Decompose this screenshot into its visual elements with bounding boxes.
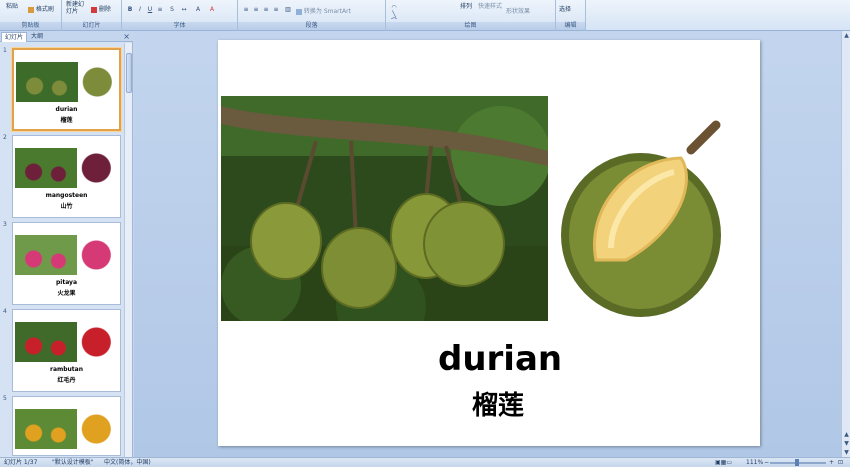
change-case-icon[interactable]: A: [194, 6, 202, 13]
tab-outline[interactable]: 大纲: [28, 32, 46, 42]
slide-thumbnail[interactable]: rambutan 红毛丹: [12, 309, 121, 392]
next-slide-icon[interactable]: ▼: [842, 439, 850, 448]
zoom-level[interactable]: 111%: [746, 458, 763, 467]
slide-thumbnail[interactable]: [12, 396, 121, 456]
arrange-button[interactable]: 排列: [460, 1, 472, 10]
slide-scrollbar[interactable]: ▲ ▲ ▼ ▼: [841, 31, 850, 457]
slide-number: 2: [3, 134, 7, 141]
editing-group: 选择 编辑: [556, 0, 586, 31]
zoom-out-icon[interactable]: −: [764, 458, 769, 467]
font-color-icon[interactable]: A: [208, 6, 216, 13]
shadow-icon[interactable]: S: [168, 6, 176, 13]
bold-icon[interactable]: B: [126, 6, 134, 13]
durian-tree-photo: [221, 96, 548, 321]
brush-icon: [28, 6, 34, 13]
current-slide[interactable]: durian 榴莲: [218, 40, 760, 446]
spacing-icon[interactable]: ↔: [180, 6, 188, 13]
delete-slide-button[interactable]: 删除: [91, 4, 111, 13]
slides-pane: 幻灯片 大纲 × 1 durian 榴莲 2 mangosteen 山竹 3 pitaya 火龙…: [0, 31, 133, 457]
close-icon[interactable]: ×: [123, 31, 130, 42]
format-painter-button[interactable]: 格式刷: [28, 4, 54, 13]
slide-number: 1: [3, 47, 7, 54]
font-group: B I U ≡ S ↔ A A 字体: [122, 0, 238, 31]
drawing-group: ◠ ╲ ⌒ ⌃ { } 排列 快速样式 形状效果 绘图: [386, 0, 556, 46]
thumbnail-fruit: [81, 325, 115, 359]
thumbnail-photo: [15, 235, 77, 275]
previous-slide-icon[interactable]: ▲: [842, 430, 850, 439]
slide-editor: durian 榴莲 ▲ ▲ ▼ ▼: [134, 31, 850, 457]
fit-to-window-icon[interactable]: ⊡: [838, 458, 843, 467]
justify-icon[interactable]: ≡: [272, 6, 280, 13]
slides-group: 新建幻灯片 删除 幻灯片: [62, 0, 122, 31]
convert-smartart-button[interactable]: 转换为 SmartArt: [296, 6, 351, 15]
slide-thumbnail[interactable]: durian 榴莲: [12, 48, 121, 131]
columns-icon[interactable]: ▥: [284, 6, 292, 13]
tab-slides[interactable]: 幻灯片: [1, 32, 28, 42]
clipboard-group-label: 剪贴板: [0, 22, 61, 30]
slide-word-english: durian: [438, 339, 563, 379]
thumbnail-label-chinese: 榴莲: [60, 117, 73, 124]
clipboard-group: 粘贴 格式刷 剪贴板: [0, 0, 62, 31]
align-center-icon[interactable]: ≡: [252, 6, 260, 13]
quick-styles-button[interactable]: 快速样式: [478, 1, 502, 10]
zoom-in-icon[interactable]: +: [829, 458, 834, 467]
new-slide-button[interactable]: 新建幻灯片: [66, 1, 88, 15]
paste-button[interactable]: 粘贴: [6, 1, 18, 10]
slide-number: 5: [3, 395, 7, 402]
zoom-slider-knob[interactable]: [795, 459, 799, 466]
thumbnail-label-english: rambutan: [49, 366, 83, 373]
font-group-label: 字体: [122, 22, 237, 30]
select-button[interactable]: 选择: [559, 4, 571, 13]
scroll-up-icon[interactable]: ▲: [842, 31, 850, 40]
thumbnail-photo: [15, 148, 77, 188]
slide-thumbnail[interactable]: pitaya 火龙果: [12, 222, 121, 305]
paragraph-group: ≡ ≡ ≡ ≡ ▥ 转换为 SmartArt 段落: [238, 0, 386, 31]
thumbnail-fruit: [81, 238, 115, 272]
slide-thumbnail[interactable]: mangosteen 山竹: [12, 135, 121, 218]
slide-word-chinese: 榴莲: [471, 391, 524, 421]
thumbnail-label-chinese: 红毛丹: [57, 377, 76, 384]
thumbnail-photo: [15, 322, 77, 362]
scroll-down-icon[interactable]: ▼: [842, 448, 850, 457]
shapes-gallery-icon[interactable]: ◠ ╲ ⌒ ⌃ { }: [390, 4, 398, 46]
delete-icon: [91, 6, 97, 13]
ribbon: 粘贴 格式刷 剪贴板 新建幻灯片 删除 幻灯片 B I U ≡ S ↔ A A …: [0, 0, 850, 46]
thumbnail-fruit: [82, 65, 116, 99]
thumbnail-label-english: durian: [55, 106, 78, 113]
pane-scrollbar[interactable]: [124, 43, 132, 457]
slide-counter: 幻灯片 1/37: [4, 459, 38, 466]
slides-group-label: 幻灯片: [62, 22, 121, 30]
shape-effects-button[interactable]: 形状效果: [506, 6, 530, 15]
scroll-thumb[interactable]: [126, 53, 132, 93]
durian-fruit-image: [561, 120, 721, 317]
thumbnail-label-english: mangosteen: [45, 192, 88, 199]
pane-tabs: 幻灯片 大纲 ×: [0, 31, 133, 42]
editing-group-label: 编辑: [556, 22, 585, 30]
italic-icon[interactable]: I: [136, 6, 144, 13]
thumbnail-fruit: [81, 151, 115, 185]
thumbnail-label-chinese: 火龙果: [57, 290, 76, 297]
theme-name: "默认设计模板": [52, 459, 94, 466]
align-right-icon[interactable]: ≡: [262, 6, 270, 13]
view-buttons[interactable]: ▣▦▭: [715, 458, 743, 466]
underline-icon[interactable]: U: [146, 6, 154, 13]
thumbnail-label-english: pitaya: [55, 279, 78, 286]
thumbnail-photo: [15, 409, 77, 449]
paragraph-group-label: 段落: [238, 22, 385, 30]
strikethrough-icon[interactable]: ≡: [156, 6, 164, 13]
slide-number: 4: [3, 308, 7, 315]
thumbnail-fruit: [81, 412, 115, 446]
smartart-icon: [296, 8, 302, 15]
thumbnail-photo: [16, 62, 78, 102]
language-indicator: 中文(简体，中国): [104, 459, 151, 466]
slide-number: 3: [3, 221, 7, 228]
thumbnail-label-chinese: 山竹: [60, 203, 73, 210]
drawing-group-label: 绘图: [386, 22, 555, 30]
status-bar: 幻灯片 1/37 "默认设计模板" 中文(简体，中国) ▣▦▭ 111% − +…: [0, 457, 850, 467]
align-left-icon[interactable]: ≡: [242, 6, 250, 13]
